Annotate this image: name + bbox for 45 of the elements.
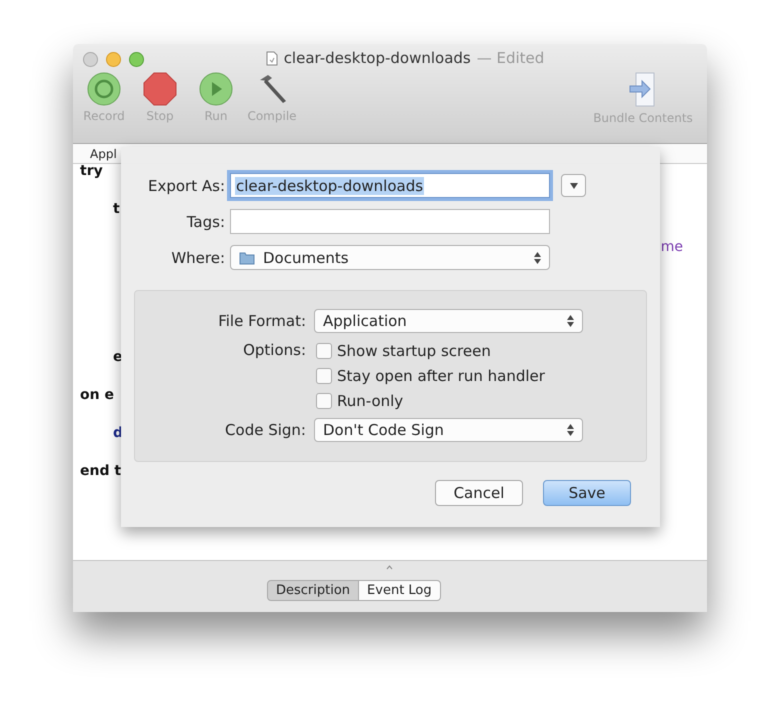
close-button[interactable] [83,52,98,67]
code-text: e [113,349,122,365]
checkbox-label: Run-only [337,392,404,410]
record-icon [87,72,121,106]
code-text: me [660,239,683,255]
expand-button[interactable] [561,174,586,197]
code-text: try [80,164,103,179]
tags-field[interactable] [230,209,550,234]
checkbox[interactable] [316,393,332,409]
edited-status: — Edited [476,49,544,67]
zoom-button[interactable] [129,52,144,67]
stepper-arrows-icon [567,424,574,436]
code-text: on e [80,387,114,403]
document-icon [266,50,278,66]
checkbox-label: Stay open after run handler [337,367,545,385]
location-popup[interactable]: Documents [230,245,550,270]
play-icon [199,72,233,106]
stepper-arrows-icon [567,315,574,327]
field-label: Export As: [147,176,225,194]
code-text: d [113,425,124,441]
window-title: clear-desktop-downloads [284,49,471,67]
stop-icon [143,72,177,106]
code-text: t [113,201,120,217]
field-label: Where: [170,248,225,266]
dialog-button[interactable]: Cancel [435,480,523,506]
field-label: Code Sign: [224,421,306,439]
tab[interactable]: Event Log [359,580,441,601]
stepper-arrows-icon [534,252,541,264]
checkbox[interactable] [316,368,332,384]
splitter-handle-icon[interactable] [386,565,393,570]
navigation-bar-text: Appl [90,146,117,160]
export-name-field[interactable]: clear-desktop-downloads [230,173,550,198]
file-format-popup[interactable]: Application [314,309,583,333]
field-label: File Format: [217,312,306,330]
tab[interactable]: Description [267,580,360,601]
caret-icon [570,182,578,188]
folder-icon [239,250,255,264]
field-label: Options: [242,341,306,359]
code-text: end t [80,463,122,479]
minimize-button[interactable] [106,52,121,67]
code-sign-popup[interactable]: Don't Code Sign [314,418,583,442]
dialog-button[interactable]: Save [543,480,631,506]
checkbox[interactable] [316,343,332,359]
field-label: Tags: [186,212,225,230]
checkbox-label: Show startup screen [337,342,491,360]
